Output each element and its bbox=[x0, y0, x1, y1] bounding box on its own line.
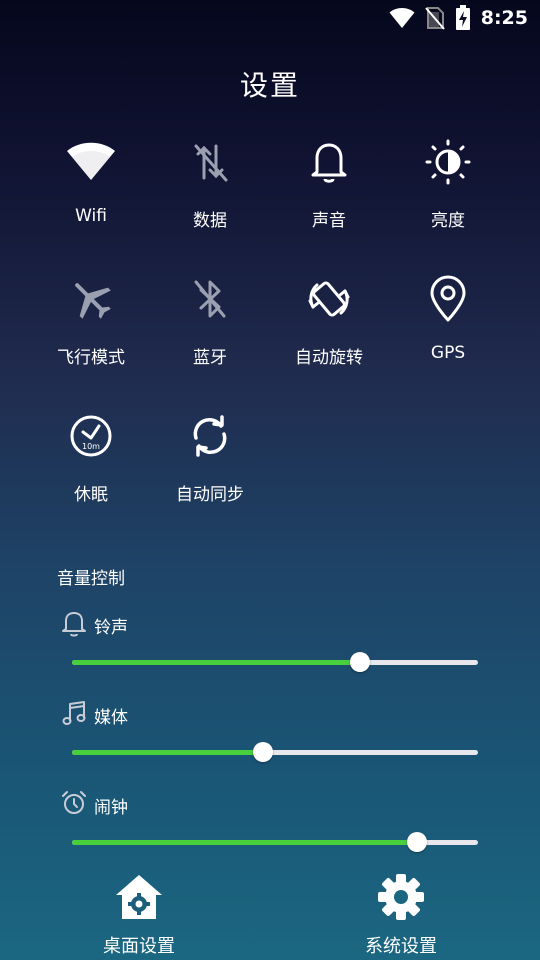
alarm-volume-slider[interactable] bbox=[72, 831, 478, 853]
tile-bluetooth[interactable]: 蓝牙 bbox=[150, 273, 270, 383]
tile-brightness[interactable]: 亮度 bbox=[388, 136, 508, 246]
tile-sound[interactable]: 声音 bbox=[269, 136, 389, 246]
sync-icon bbox=[184, 410, 236, 462]
alarm-label: 闹钟 bbox=[94, 797, 128, 818]
tile-airplane-mode[interactable]: 飞行模式 bbox=[31, 273, 151, 383]
wifi-icon bbox=[65, 136, 117, 188]
home-gear-icon bbox=[113, 872, 165, 926]
status-bar: 8:25 bbox=[0, 0, 540, 36]
svg-text:10m: 10m bbox=[82, 442, 100, 451]
slider-thumb[interactable] bbox=[407, 832, 428, 852]
bluetooth-off-icon bbox=[184, 273, 236, 325]
alarm-row: 闹钟 bbox=[60, 789, 128, 821]
tile-label: GPS bbox=[430, 343, 466, 363]
auto-rotate-icon bbox=[303, 273, 355, 325]
tile-label: Wifi bbox=[75, 206, 107, 226]
tile-gps[interactable]: GPS bbox=[388, 273, 508, 383]
tile-auto-rotate[interactable]: 自动旋转 bbox=[269, 273, 389, 383]
tile-label: 自动旋转 bbox=[295, 348, 363, 368]
desktop-settings-button[interactable]: 桌面设置 bbox=[64, 872, 214, 957]
sleep-timer-icon: 10m bbox=[65, 410, 117, 462]
clock: 8:25 bbox=[480, 7, 528, 29]
media-row: 媒体 bbox=[60, 699, 128, 731]
tile-label: 数据 bbox=[193, 211, 227, 231]
alarm-clock-icon bbox=[60, 789, 88, 821]
tile-label: 亮度 bbox=[431, 211, 465, 231]
slider-fill bbox=[72, 660, 361, 665]
ringtone-row: 铃声 bbox=[60, 609, 128, 641]
music-note-icon bbox=[60, 699, 88, 731]
tile-label: 蓝牙 bbox=[193, 348, 227, 368]
system-settings-label: 系统设置 bbox=[365, 936, 437, 957]
mobile-data-off-icon bbox=[184, 136, 236, 188]
tile-wifi[interactable]: Wifi bbox=[31, 136, 151, 246]
ringtone-label: 铃声 bbox=[94, 617, 128, 638]
slider-fill bbox=[72, 750, 263, 755]
slider-fill bbox=[72, 840, 418, 845]
media-volume-slider[interactable] bbox=[72, 741, 478, 763]
airplane-icon bbox=[65, 273, 117, 325]
desktop-settings-label: 桌面设置 bbox=[103, 936, 175, 957]
tile-auto-sync[interactable]: 自动同步 bbox=[150, 410, 270, 520]
bell-outline-icon bbox=[60, 609, 88, 641]
volume-section-title: 音量控制 bbox=[57, 569, 125, 589]
tile-label: 飞行模式 bbox=[57, 348, 125, 368]
battery-charging-icon bbox=[455, 5, 471, 31]
location-pin-icon bbox=[422, 273, 474, 325]
tile-mobile-data[interactable]: 数据 bbox=[150, 136, 270, 246]
ringtone-volume-slider[interactable] bbox=[72, 651, 478, 673]
system-settings-button[interactable]: 系统设置 bbox=[326, 872, 476, 957]
tile-label: 声音 bbox=[312, 211, 346, 231]
slider-thumb[interactable] bbox=[350, 652, 371, 672]
wifi-status-icon bbox=[389, 7, 415, 29]
no-sim-icon bbox=[424, 6, 445, 30]
tile-label: 休眠 bbox=[74, 485, 108, 505]
bell-icon bbox=[303, 136, 355, 188]
slider-thumb[interactable] bbox=[252, 742, 273, 762]
tile-label: 自动同步 bbox=[176, 485, 244, 505]
page-title: 设置 bbox=[239, 69, 300, 102]
media-label: 媒体 bbox=[94, 707, 128, 728]
gear-icon bbox=[376, 872, 426, 926]
brightness-icon bbox=[422, 136, 474, 188]
tile-sleep[interactable]: 10m 休眠 bbox=[31, 410, 151, 520]
